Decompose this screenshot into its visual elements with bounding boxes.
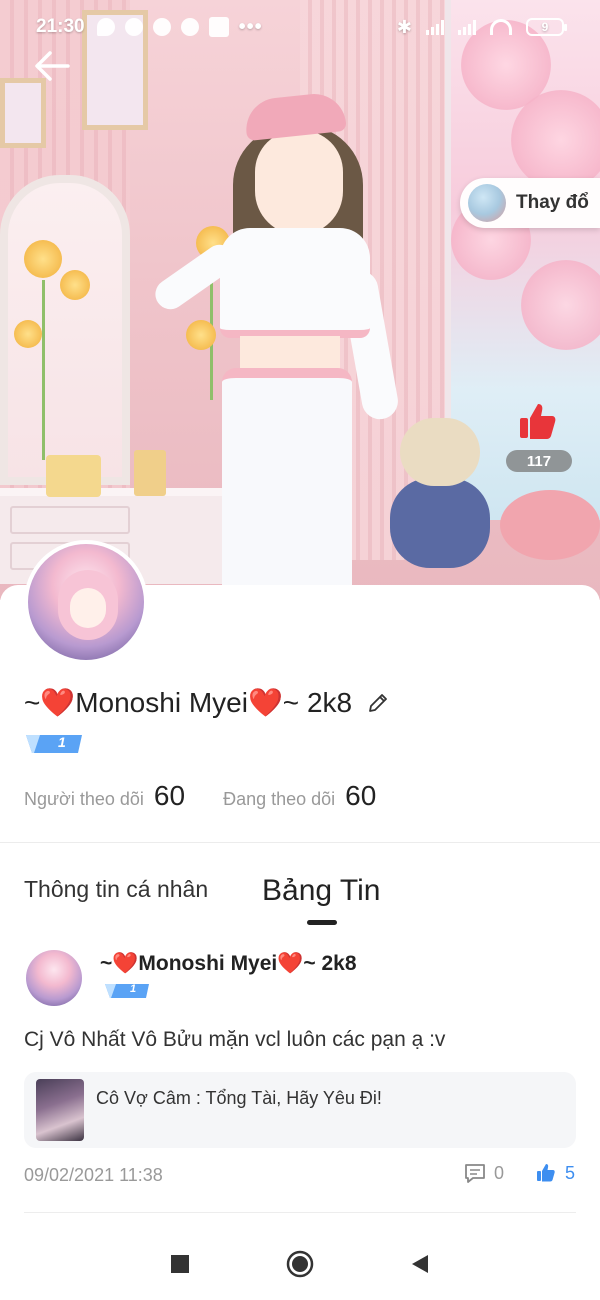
comment-count: 0	[494, 1162, 505, 1183]
story-title: Cô Vợ Câm : Tổng Tài, Hãy Yêu Đi!	[96, 1088, 382, 1108]
profile-like-count: 117	[506, 450, 572, 472]
facebook-icon	[124, 18, 143, 36]
signal-icon	[426, 19, 444, 35]
followers-count[interactable]: 60	[154, 780, 185, 812]
post-author-avatar[interactable]	[26, 950, 82, 1006]
wifi-icon	[490, 19, 512, 35]
comment-icon	[465, 1164, 485, 1183]
battery-icon: 9	[526, 18, 567, 36]
level-badge: 1	[24, 733, 84, 755]
cat-plush	[390, 418, 500, 568]
like-profile-button[interactable]	[516, 400, 560, 444]
linked-story-card[interactable]: Cô Vợ Câm : Tổng Tài, Hãy Yêu Đi!	[24, 1072, 576, 1148]
outfit-avatar-icon	[468, 184, 506, 222]
home-circle-icon	[286, 1250, 314, 1278]
following-count[interactable]: 60	[345, 780, 376, 812]
post-level-badge: 1	[103, 982, 151, 1000]
status-bar: 21:30 ••• ✱ 9	[0, 0, 600, 54]
more-notifications-icon: •••	[238, 15, 263, 38]
comment-button[interactable]: 0	[464, 1162, 504, 1184]
profile-name: ~❤️Monoshi Myei❤️~ 2k8	[24, 687, 353, 718]
change-outfit-label: Thay đổ	[516, 192, 589, 213]
thumbs-up-icon	[520, 404, 556, 439]
system-nav-bar	[0, 1228, 600, 1300]
back-nav-button[interactable]	[405, 1249, 435, 1279]
tab-personal-info[interactable]: Thông tin cá nhân	[24, 876, 208, 903]
back-button[interactable]	[30, 44, 74, 88]
recent-apps-button[interactable]	[165, 1249, 195, 1279]
character-pants	[222, 368, 352, 600]
change-outfit-button[interactable]: Thay đổ	[460, 178, 600, 228]
status-time: 21:30	[36, 16, 85, 37]
followers-label[interactable]: Người theo dõi	[24, 789, 144, 810]
post-level-number: 1	[130, 983, 137, 995]
story-cover	[36, 1079, 84, 1141]
follow-stats: Người theo dõi 60 Đang theo dõi 60	[24, 780, 414, 812]
profile-name-row: ~❤️Monoshi Myei❤️~ 2k8	[24, 686, 390, 719]
pencil-icon[interactable]	[366, 691, 390, 715]
character-face	[255, 130, 343, 235]
facebook-icon	[152, 18, 171, 36]
heart-pillow	[500, 490, 600, 560]
app-icon	[208, 17, 229, 37]
active-tab-indicator	[307, 920, 337, 925]
tab-newsfeed[interactable]: Bảng Tin	[262, 874, 380, 908]
following-label[interactable]: Đang theo dõi	[223, 789, 335, 810]
bluetooth-icon: ✱	[396, 16, 412, 37]
post-text: Cj Vô Nhất Vô Bửu mặn vcl luôn các pạn ạ…	[24, 1028, 446, 1051]
divider	[0, 842, 600, 843]
post-like-button[interactable]: 5	[535, 1162, 575, 1184]
post-date: 09/02/2021 11:38	[24, 1165, 163, 1185]
home-button[interactable]	[285, 1249, 315, 1279]
divider	[24, 1212, 576, 1213]
picture-frame	[0, 78, 46, 148]
signal-icon	[458, 19, 476, 35]
triangle-back-icon	[412, 1255, 428, 1273]
square-icon	[171, 1255, 189, 1273]
character-top	[220, 228, 370, 338]
thumbs-up-icon	[537, 1164, 555, 1182]
post-author-name[interactable]: ~❤️Monoshi Myei❤️~ 2k8	[100, 952, 357, 976]
avatar[interactable]	[24, 540, 148, 664]
profile-cover	[0, 0, 600, 600]
facebook-icon	[180, 18, 199, 36]
level-number: 1	[58, 734, 66, 750]
post-like-count: 5	[565, 1162, 576, 1183]
messenger-icon	[96, 18, 115, 36]
arrow-left-icon	[35, 51, 70, 81]
